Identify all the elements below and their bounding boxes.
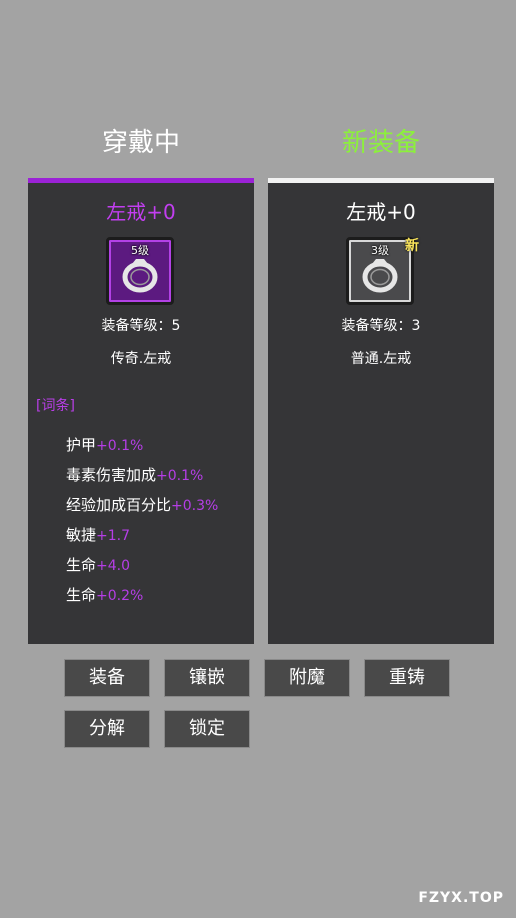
current-item-panel: 左戒+0 5级 装备等级：5 传奇.左戒 [词条] 护甲+0.1% 毒素伤害加成… (28, 178, 254, 644)
new-item-panel: 左戒+0 3级 新 装备等级：3 普通.左戒 (268, 178, 494, 644)
current-equipped-title: 穿戴中 (101, 128, 180, 158)
new-item-name: 左戒+0 (346, 200, 416, 224)
inlay-button[interactable]: 镶嵌 (164, 659, 250, 697)
stat-row: 生命+4.0 (66, 551, 256, 581)
new-tag-badge: 新 (405, 238, 419, 254)
stat-label: 经验加成百分比 (66, 496, 172, 514)
stat-label: 敏捷 (66, 526, 97, 544)
new-item-level-badge: 3级 (371, 244, 389, 257)
stat-label: 护甲 (66, 436, 97, 454)
current-item-name: 左戒+0 (106, 200, 176, 224)
stat-label: 毒素伤害加成 (66, 466, 157, 484)
stat-label: 生命 (66, 556, 97, 574)
stat-label: 生命 (66, 586, 97, 604)
current-item-level-badge: 5级 (131, 244, 149, 257)
new-equipment-title: 新装备 (341, 128, 420, 158)
stat-list: 护甲+0.1% 毒素伤害加成+0.1% 经验加成百分比+0.3% 敏捷+1.7 … (66, 431, 256, 611)
stat-value: +0.1% (156, 468, 204, 484)
new-equip-level: 装备等级：3 (341, 318, 421, 334)
stat-row: 护甲+0.1% (66, 431, 256, 461)
stat-value: +4.0 (96, 558, 131, 574)
stat-value: +0.2% (96, 588, 144, 604)
current-equip-level: 装备等级：5 (101, 318, 181, 334)
affix-header: [词条] (36, 398, 75, 414)
new-rarity-type: 普通.左戒 (350, 351, 412, 367)
equip-button[interactable]: 装备 (64, 659, 150, 697)
stat-row: 敏捷+1.7 (66, 521, 256, 551)
recast-button[interactable]: 重铸 (364, 659, 450, 697)
watermark-text: FZYX.TOP (418, 890, 504, 906)
stat-row: 经验加成百分比+0.3% (66, 491, 256, 521)
enchant-button[interactable]: 附魔 (264, 659, 350, 697)
dismantle-button[interactable]: 分解 (64, 710, 150, 748)
lock-button[interactable]: 锁定 (164, 710, 250, 748)
current-rarity-type: 传奇.左戒 (110, 351, 172, 367)
stat-row: 生命+0.2% (66, 581, 256, 611)
stat-value: +0.1% (96, 438, 144, 454)
stat-value: +0.3% (171, 498, 219, 514)
stat-row: 毒素伤害加成+0.1% (66, 461, 256, 491)
current-item-slot[interactable]: 5级 (106, 237, 174, 305)
new-item-slot[interactable]: 3级 新 (346, 237, 419, 305)
stat-value: +1.7 (96, 528, 131, 544)
